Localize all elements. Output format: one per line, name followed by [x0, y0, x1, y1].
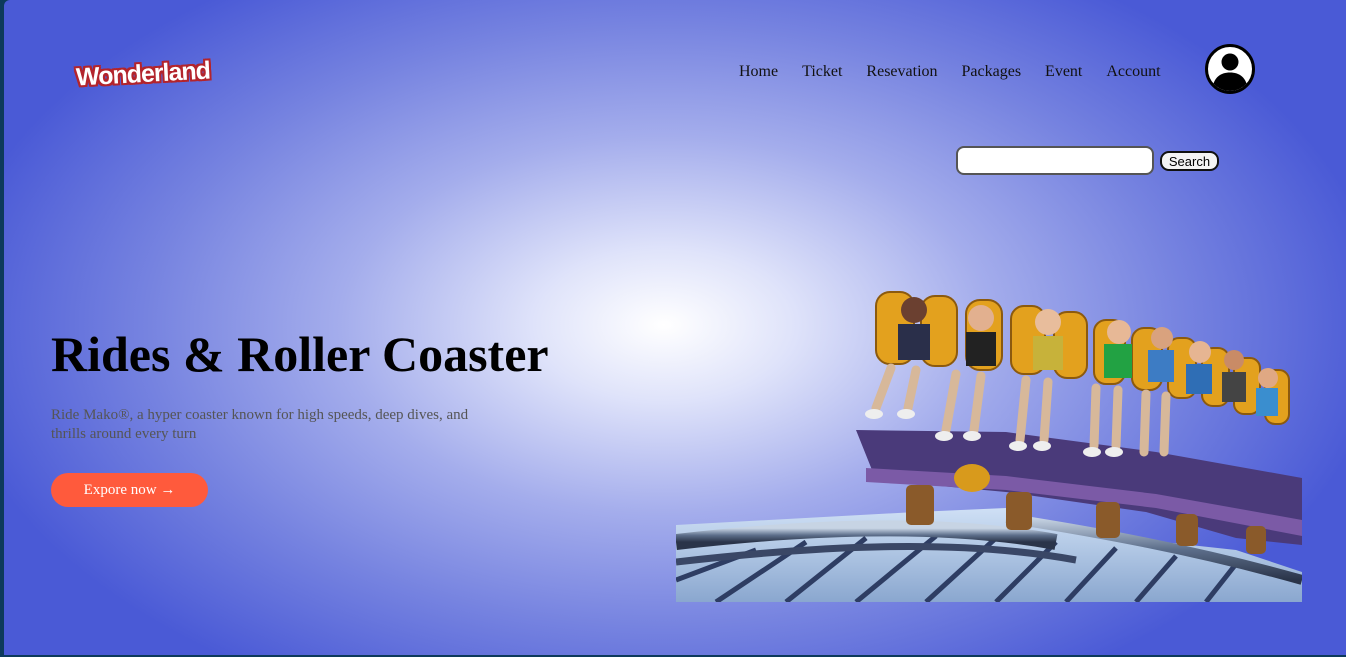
nav-ticket[interactable]: Ticket: [802, 63, 842, 81]
nav-account[interactable]: Account: [1106, 63, 1160, 81]
nav-packages[interactable]: Packages: [962, 63, 1022, 81]
wonderland-logo[interactable]: Wonderland: [75, 57, 210, 93]
user-account-icon[interactable]: [1205, 44, 1255, 94]
page-background: Wonderland Home Ticket Resevation Packag…: [4, 0, 1346, 655]
search-button[interactable]: Search: [1160, 151, 1219, 171]
nav-event[interactable]: Event: [1045, 63, 1082, 81]
main-nav: Home Ticket Resevation Packages Event Ac…: [739, 63, 1185, 81]
nav-home[interactable]: Home: [739, 63, 778, 81]
explore-now-button[interactable]: Expore now →: [51, 473, 208, 507]
search-input[interactable]: [956, 146, 1154, 175]
hero-description: Ride Mako®, a hyper coaster known for hi…: [51, 407, 469, 442]
hero-title: Rides & Roller Coaster: [51, 326, 549, 382]
nav-reservation[interactable]: Resevation: [866, 63, 937, 81]
roller-coaster-riders-photo: [676, 291, 1302, 602]
